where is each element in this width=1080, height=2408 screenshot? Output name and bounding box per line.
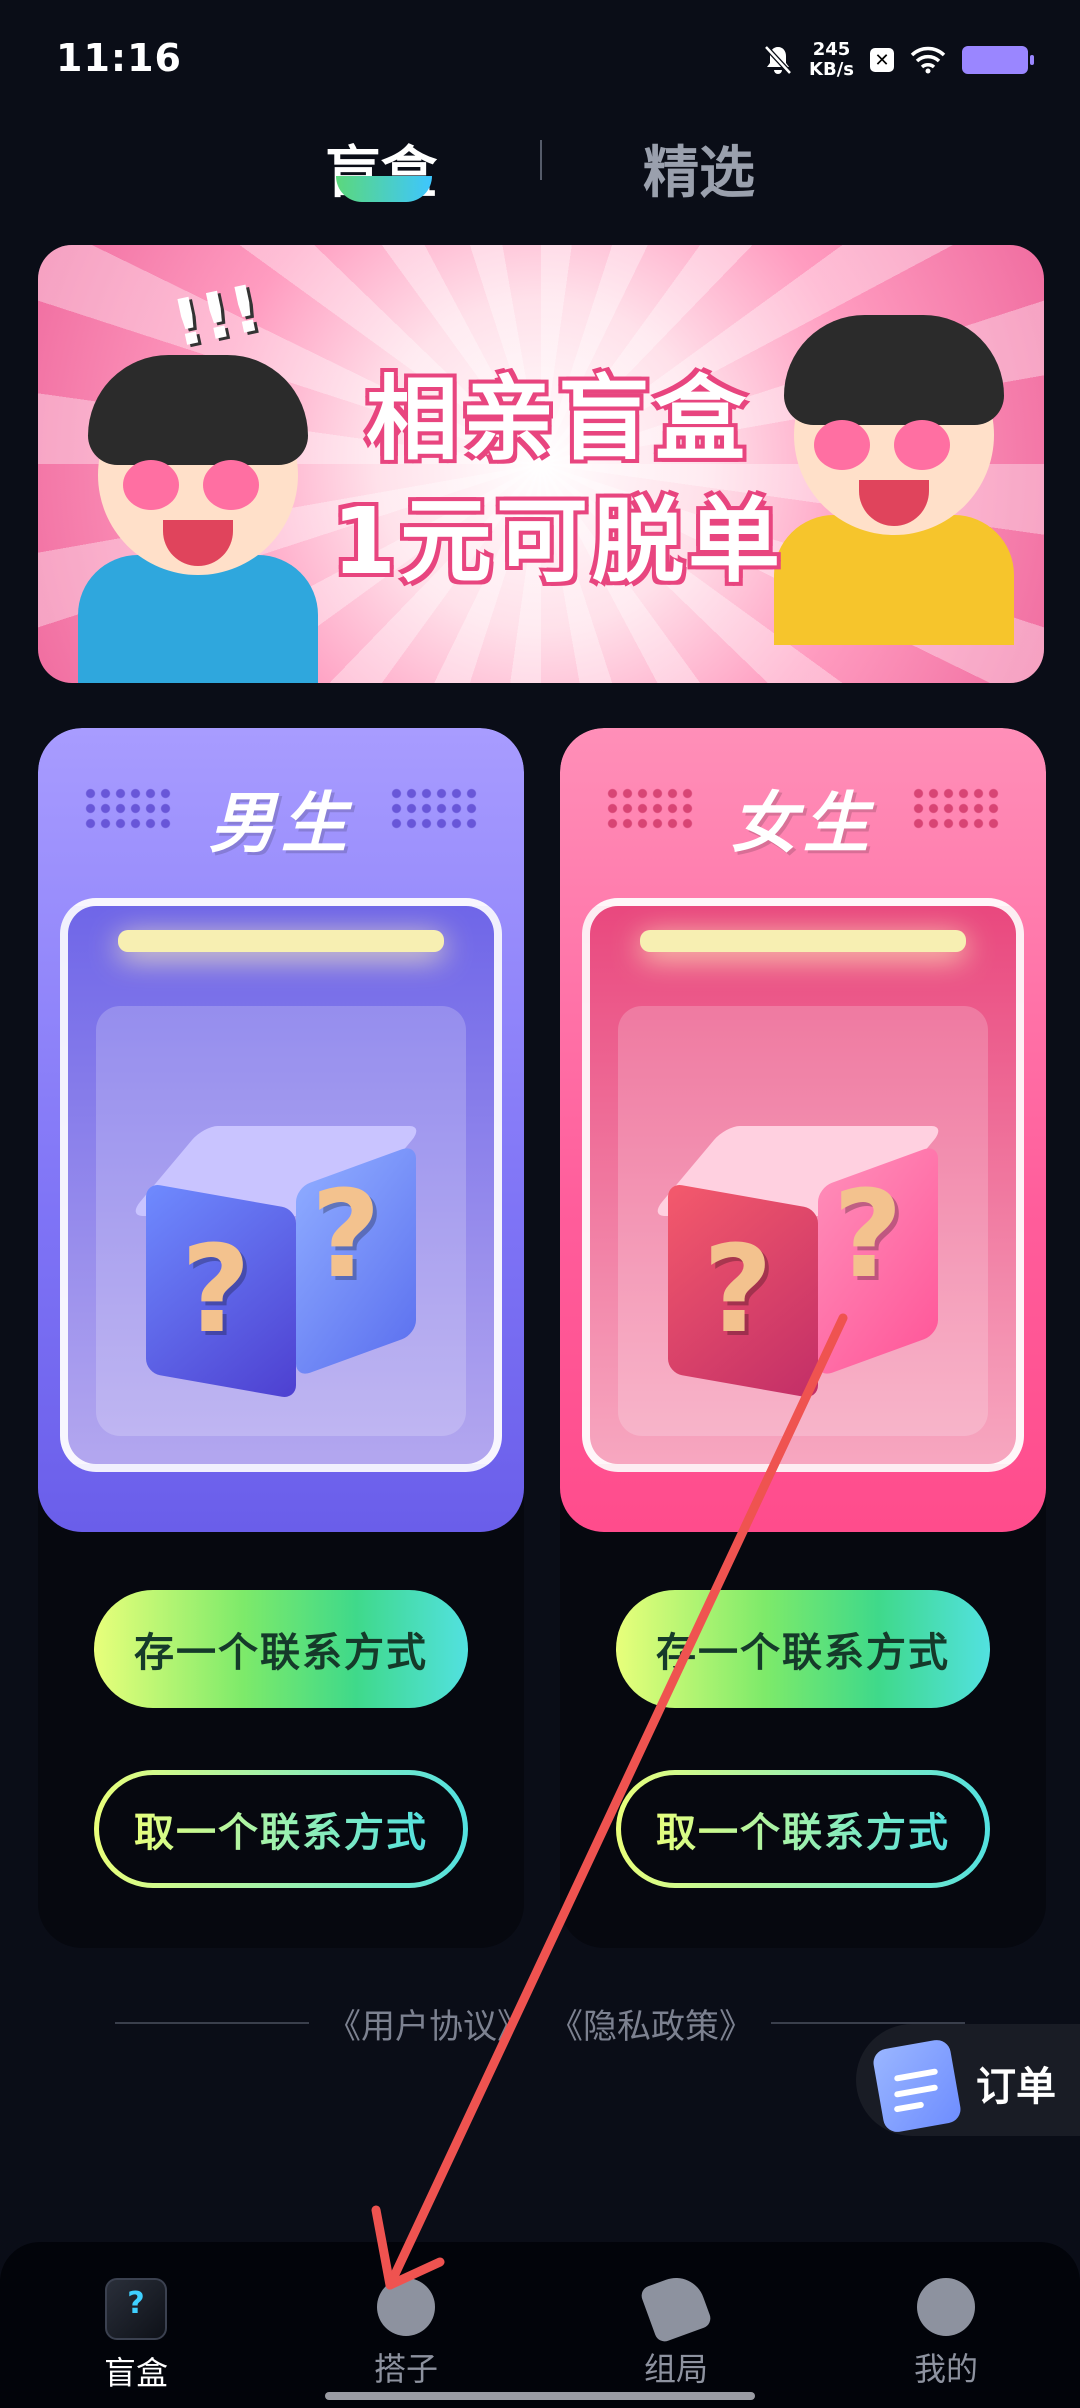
box-inner: ? ? bbox=[618, 1006, 988, 1436]
mystery-cube-icon: ? ? bbox=[128, 1126, 424, 1400]
box-light bbox=[118, 930, 444, 952]
home-indicator bbox=[325, 2392, 755, 2400]
blind-box-screen: 11:16 245 KB/s ✕ 盲盒 精选 !!! 相亲盲盒 1元可脱单 男生… bbox=[0, 0, 1080, 2408]
privacy-policy-link[interactable]: 《隐私政策》 bbox=[549, 1999, 753, 2048]
profile-icon bbox=[917, 2278, 975, 2336]
banner-title: 相亲盲盒 bbox=[365, 366, 750, 473]
male-mystery-box[interactable]: ? ? bbox=[60, 898, 502, 1472]
tab-divider bbox=[540, 140, 542, 180]
question-mark: ? bbox=[703, 1221, 773, 1360]
chat-bubble-icon bbox=[377, 2278, 435, 2336]
male-take-contact-button[interactable]: 取一个联系方式 bbox=[94, 1770, 468, 1888]
policy-links: 《用户协议》 《隐私政策》 bbox=[115, 1998, 965, 2048]
female-take-contact-label: 取一个联系方式 bbox=[656, 1800, 950, 1858]
nav-label: 盲盒 bbox=[103, 2354, 168, 2392]
tab-selected-indicator bbox=[336, 176, 432, 202]
network-speed: 245 KB/s bbox=[809, 40, 854, 80]
promo-banner[interactable]: !!! 相亲盲盒 1元可脱单 bbox=[38, 245, 1044, 683]
megaphone-icon bbox=[638, 2269, 714, 2345]
nav-label: 组局 bbox=[643, 2350, 708, 2388]
wifi-icon bbox=[910, 46, 946, 74]
tab-picks[interactable]: 精选 bbox=[643, 128, 755, 209]
nav-label: 我的 bbox=[913, 2350, 978, 2388]
user-agreement-link[interactable]: 《用户协议》 bbox=[327, 1999, 531, 2048]
male-card: 男生 ? ? 存一个联系方式 取一个联系方式 bbox=[38, 728, 524, 1948]
question-mark: ? bbox=[181, 1221, 251, 1360]
male-card-title: 男生 bbox=[209, 785, 353, 862]
banner-boy-illustration bbox=[68, 335, 328, 683]
network-speed-unit: KB/s bbox=[809, 59, 854, 80]
female-mystery-box[interactable]: ? ? bbox=[582, 898, 1024, 1472]
female-card: 女生 ? ? 存一个联系方式 取一个联系方式 bbox=[560, 728, 1046, 1948]
nav-item-mine[interactable]: 我的 bbox=[876, 2278, 1016, 2390]
box-light bbox=[640, 930, 966, 952]
male-take-contact-label: 取一个联系方式 bbox=[134, 1800, 428, 1858]
male-save-contact-button[interactable]: 存一个联系方式 bbox=[94, 1590, 468, 1708]
nav-label: 搭子 bbox=[373, 2350, 438, 2388]
question-mark: ? bbox=[833, 1166, 903, 1305]
status-icons: 245 KB/s ✕ bbox=[763, 40, 1034, 80]
x-app-icon: ✕ bbox=[870, 48, 894, 72]
question-mark: ? bbox=[311, 1166, 381, 1305]
box-inner: ? ? bbox=[96, 1006, 466, 1436]
orders-float-button[interactable]: 订单 bbox=[856, 2024, 1080, 2136]
female-card-title: 女生 bbox=[731, 785, 875, 862]
female-take-contact-button[interactable]: 取一个联系方式 bbox=[616, 1770, 990, 1888]
female-card-header[interactable]: 女生 ? ? bbox=[560, 728, 1046, 1532]
divider-line bbox=[115, 2022, 309, 2024]
status-bar: 11:16 245 KB/s ✕ bbox=[0, 0, 1080, 120]
network-speed-value: 245 bbox=[812, 39, 851, 60]
mute-bell-icon bbox=[764, 45, 792, 75]
banner-subtitle: 1元可脱单 bbox=[331, 488, 784, 595]
male-card-header[interactable]: 男生 ? ? bbox=[38, 728, 524, 1532]
nav-item-group[interactable]: 组局 bbox=[606, 2269, 746, 2390]
status-time: 11:16 bbox=[56, 36, 182, 80]
battery-icon bbox=[962, 46, 1034, 74]
mystery-cube-icon: ? ? bbox=[650, 1126, 946, 1400]
female-save-contact-button[interactable]: 存一个联系方式 bbox=[616, 1590, 990, 1708]
bottom-nav: 盲盒 搭子 组局 我的 bbox=[0, 2242, 1080, 2408]
notepad-icon bbox=[868, 2032, 963, 2135]
orders-label: 订单 bbox=[976, 2064, 1056, 2110]
nav-item-blindbox[interactable]: 盲盒 bbox=[66, 2278, 206, 2394]
nav-item-partner[interactable]: 搭子 bbox=[336, 2278, 476, 2390]
blindbox-cube-icon bbox=[105, 2278, 167, 2340]
